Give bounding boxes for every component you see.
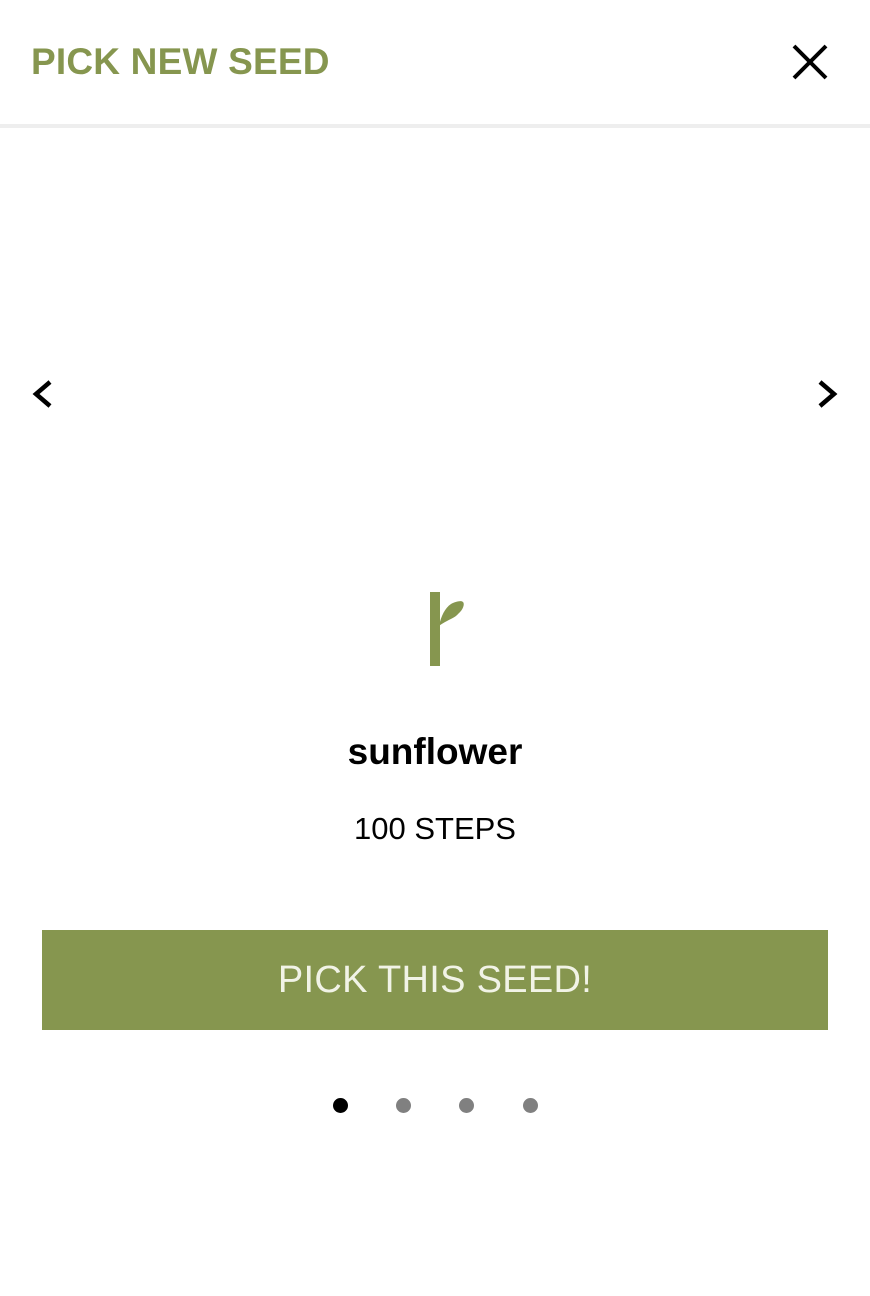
- seed-image: [425, 590, 469, 668]
- chevron-right-icon: [818, 380, 838, 408]
- next-seed-button[interactable]: [804, 370, 848, 418]
- pick-this-seed-button[interactable]: PICK THIS SEED!: [42, 930, 828, 1030]
- pagination-dot-4[interactable]: [523, 1098, 538, 1113]
- pagination-dot-1[interactable]: [333, 1098, 348, 1113]
- seed-name: sunflower: [347, 731, 523, 772]
- chevron-left-icon: [32, 380, 52, 408]
- page-title: PICK NEW SEED: [31, 41, 330, 82]
- header: PICK NEW SEED: [0, 0, 870, 128]
- close-button[interactable]: [784, 36, 836, 88]
- carousel-pagination: [0, 1098, 870, 1114]
- previous-seed-button[interactable]: [22, 370, 66, 418]
- seed-steps: 100 STEPS: [354, 811, 516, 846]
- sprout-icon: [430, 592, 464, 666]
- pagination-dot-2[interactable]: [396, 1098, 411, 1113]
- close-icon: [792, 44, 828, 80]
- pagination-dot-3[interactable]: [459, 1098, 474, 1113]
